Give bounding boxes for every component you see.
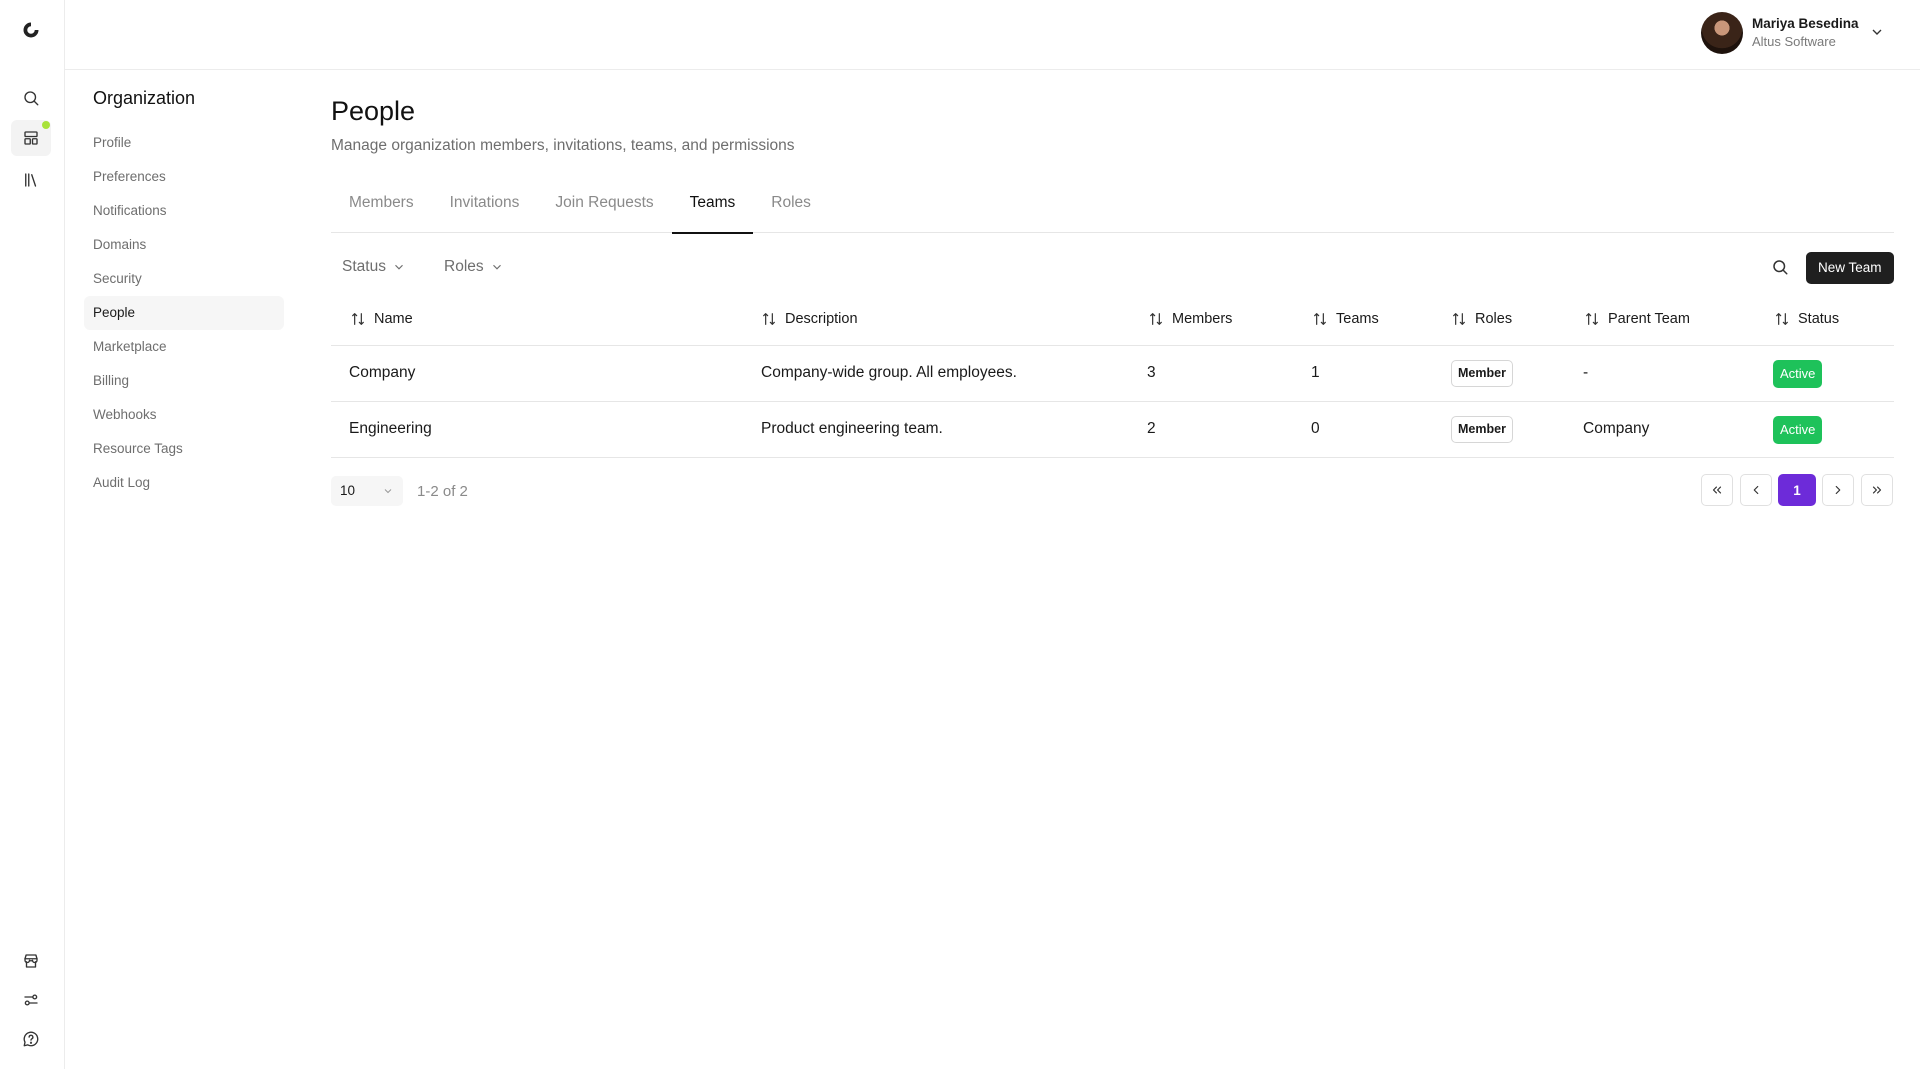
cell-members: 3 xyxy=(1147,364,1156,381)
settings-item-notifications[interactable]: Notifications xyxy=(84,194,284,228)
search-icon xyxy=(1773,260,1788,275)
status-filter-label: Status xyxy=(342,258,386,275)
tab-join-requests[interactable]: Join Requests xyxy=(537,190,671,233)
settings-nav-title: Organization xyxy=(93,88,196,108)
page-size-select[interactable]: 10 xyxy=(331,476,403,506)
settings-item-people[interactable]: People xyxy=(84,296,284,330)
sort-icon xyxy=(1314,313,1326,325)
settings-item-billing[interactable]: Billing xyxy=(84,364,284,398)
tab-bar: Members Invitations Join Requests Teams … xyxy=(331,190,1894,234)
cell-name: Engineering xyxy=(349,420,432,437)
icon-rail xyxy=(0,0,65,1069)
page-subtitle: Manage organization members, invitations… xyxy=(331,137,795,154)
column-header-roles[interactable]: Roles xyxy=(1451,311,1512,327)
column-label: Name xyxy=(374,311,413,327)
column-header-description[interactable]: Description xyxy=(761,311,858,327)
chevron-down-icon xyxy=(384,489,392,494)
settings-item-profile[interactable]: Profile xyxy=(84,126,284,160)
column-label: Teams xyxy=(1336,311,1379,327)
sort-icon xyxy=(763,313,775,325)
table-header: Name Description Members Teams Roles Par… xyxy=(331,296,1894,346)
cell-teams: 1 xyxy=(1311,364,1320,381)
filter-bar: Status Roles New Team xyxy=(331,252,1894,288)
column-header-parent-team[interactable]: Parent Team xyxy=(1584,311,1690,327)
next-page-button[interactable] xyxy=(1822,474,1854,506)
chevrons-left-icon xyxy=(1712,486,1722,494)
settings-item-marketplace[interactable]: Marketplace xyxy=(84,330,284,364)
settings-sliders-icon[interactable] xyxy=(18,987,44,1013)
teams-table: Name Description Members Teams Roles Par… xyxy=(331,296,1894,458)
cell-parent-team: Company xyxy=(1583,420,1650,437)
user-org: Altus Software xyxy=(1752,34,1836,49)
notification-dot xyxy=(42,121,50,129)
page-size-value: 10 xyxy=(340,483,356,498)
avatar[interactable] xyxy=(1701,12,1743,54)
chevron-down-icon[interactable] xyxy=(1869,24,1885,40)
sort-icon xyxy=(352,313,364,325)
sort-icon xyxy=(1776,313,1788,325)
settings-nav: Organization Profile Preferences Notific… xyxy=(84,88,284,500)
column-label: Parent Team xyxy=(1608,311,1690,327)
logo-icon[interactable] xyxy=(18,17,44,43)
column-header-members[interactable]: Members xyxy=(1148,311,1232,327)
sort-icon xyxy=(1150,313,1162,325)
cell-description: Product engineering team. xyxy=(761,420,943,437)
tab-invitations[interactable]: Invitations xyxy=(432,190,538,233)
tab-teams[interactable]: Teams xyxy=(671,190,754,234)
sort-icon xyxy=(1453,313,1465,325)
cell-name: Company xyxy=(349,364,416,381)
column-header-name[interactable]: Name xyxy=(350,311,413,327)
settings-item-security[interactable]: Security xyxy=(84,262,284,296)
cell-members: 2 xyxy=(1147,420,1156,437)
top-bar: 4 Mariya Besedina Altus Software xyxy=(65,0,1920,70)
table-row[interactable]: Engineering Product engineering team. 2 … xyxy=(331,402,1894,458)
new-team-button[interactable]: New Team xyxy=(1806,252,1894,284)
search-button[interactable] xyxy=(1771,258,1793,280)
main-content: People Manage organization members, invi… xyxy=(331,96,1894,506)
chevron-down-icon xyxy=(492,264,501,270)
column-header-status[interactable]: Status xyxy=(1774,311,1839,327)
roles-filter-label: Roles xyxy=(444,258,484,275)
page-range: 1-2 of 2 xyxy=(417,483,468,500)
settings-item-webhooks[interactable]: Webhooks xyxy=(84,398,284,432)
role-badge: Member xyxy=(1451,416,1513,443)
library-icon[interactable] xyxy=(18,167,44,193)
chevron-left-icon xyxy=(1753,485,1759,495)
status-badge: Active xyxy=(1773,416,1823,444)
user-name: Mariya Besedina xyxy=(1752,16,1859,31)
settings-item-preferences[interactable]: Preferences xyxy=(84,160,284,194)
search-icon[interactable] xyxy=(18,85,44,111)
store-icon[interactable] xyxy=(18,948,44,974)
status-filter[interactable]: Status xyxy=(342,258,406,276)
status-badge: Active xyxy=(1773,360,1823,388)
page-title: People xyxy=(331,96,416,126)
settings-item-resource-tags[interactable]: Resource Tags xyxy=(84,432,284,466)
column-header-teams[interactable]: Teams xyxy=(1312,311,1379,327)
settings-item-domains[interactable]: Domains xyxy=(84,228,284,262)
help-icon[interactable] xyxy=(18,1026,44,1052)
sort-icon xyxy=(1586,313,1598,325)
pagination: 10 1-2 of 2 1 xyxy=(331,474,1894,510)
first-page-button[interactable] xyxy=(1701,474,1733,506)
cell-description: Company-wide group. All employees. xyxy=(761,364,1017,381)
tab-members[interactable]: Members xyxy=(331,190,432,233)
roles-filter[interactable]: Roles xyxy=(444,258,504,276)
chevron-down-icon xyxy=(395,264,403,270)
chevrons-right-icon xyxy=(1872,486,1882,494)
table-row[interactable]: Company Company-wide group. All employee… xyxy=(331,346,1894,402)
cell-parent-team: - xyxy=(1583,364,1589,381)
chevron-right-icon xyxy=(1835,485,1841,495)
column-label: Status xyxy=(1798,311,1840,327)
page-button-current[interactable]: 1 xyxy=(1778,474,1816,506)
column-label: Roles xyxy=(1475,311,1513,327)
tab-roles[interactable]: Roles xyxy=(753,190,829,233)
role-badge: Member xyxy=(1451,360,1513,387)
settings-item-audit-log[interactable]: Audit Log xyxy=(84,466,284,500)
prev-page-button[interactable] xyxy=(1740,474,1772,506)
cell-teams: 0 xyxy=(1311,420,1320,437)
last-page-button[interactable] xyxy=(1861,474,1893,506)
column-label: Description xyxy=(785,311,858,327)
column-label: Members xyxy=(1172,311,1233,327)
